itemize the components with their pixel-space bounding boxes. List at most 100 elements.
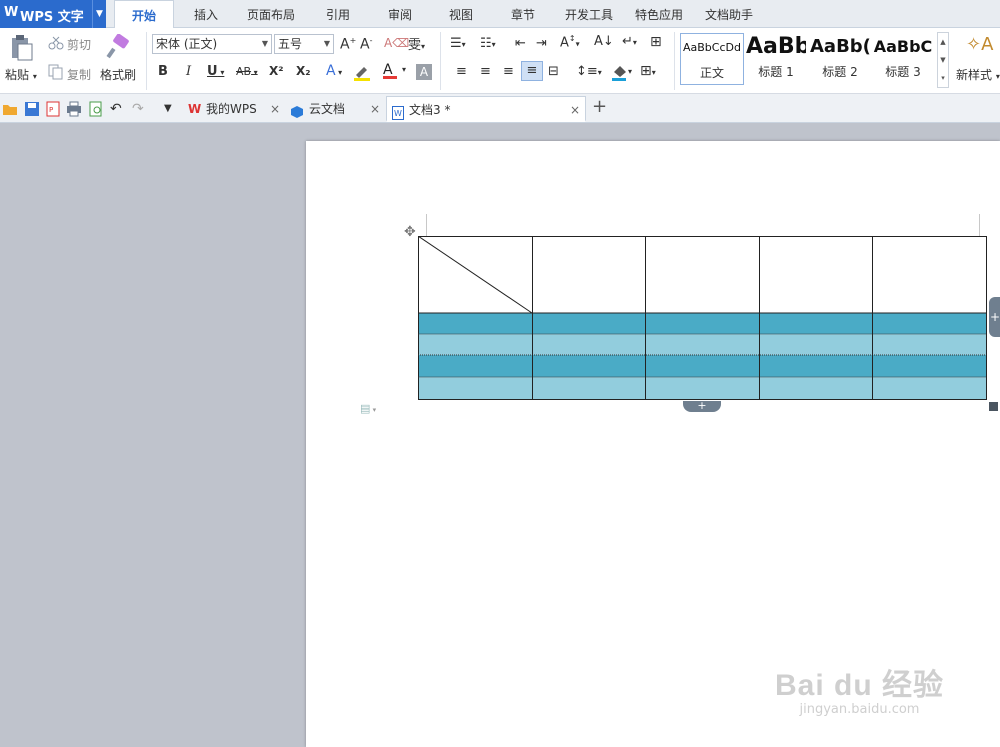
open-folder-icon[interactable] — [2, 101, 18, 117]
font-family-value: 宋体 (正文) — [156, 37, 218, 51]
close-icon[interactable]: × — [570, 97, 580, 123]
new-tab-plus-icon[interactable]: + — [592, 98, 608, 116]
svg-text:P: P — [49, 106, 53, 114]
format-painter-icon[interactable] — [106, 33, 130, 63]
clear-format-icon[interactable]: A⌫ — [384, 36, 409, 50]
table-move-handle-icon[interactable]: ✥ — [404, 224, 416, 240]
style-heading-2[interactable]: AaBb( 标题 2 — [810, 33, 870, 85]
align-right-icon[interactable]: ≡ — [503, 64, 514, 79]
style-sample: AaBb — [746, 34, 806, 59]
print-preview-icon[interactable] — [88, 101, 104, 117]
subscript-button[interactable]: X₂ — [296, 64, 311, 78]
bold-button[interactable]: B — [158, 64, 168, 79]
show-marks-icon[interactable]: ↵▾ — [622, 34, 637, 49]
line-spacing-icon[interactable]: ↕≡▾ — [576, 64, 602, 79]
copy-button[interactable]: 复制 — [67, 66, 91, 83]
grow-font-icon[interactable]: A+ — [340, 36, 356, 53]
increase-indent-icon[interactable]: ⇥ — [536, 36, 547, 51]
cut-button[interactable]: 剪切 — [67, 36, 91, 53]
close-icon[interactable]: × — [370, 96, 380, 122]
style-heading-3[interactable]: AaBbC 标题 3 — [872, 33, 934, 85]
superscript-button[interactable]: X² — [269, 64, 284, 78]
borders-icon[interactable]: ⊞▾ — [640, 63, 656, 79]
strikethrough-button[interactable]: AB ▾ — [236, 65, 258, 78]
align-justify-icon[interactable]: ≡ — [521, 61, 543, 81]
chevron-down-icon[interactable]: ▼ — [164, 101, 180, 117]
table[interactable] — [418, 236, 988, 402]
table-row[interactable] — [418, 334, 986, 355]
tab-page-layout[interactable]: 页面布局 — [240, 0, 302, 28]
decrease-indent-icon[interactable]: ⇤ — [515, 36, 526, 51]
doc-tab-document3[interactable]: W 文档3 * × — [386, 96, 586, 122]
paste-button[interactable]: 粘贴 ▾ — [5, 66, 37, 83]
font-color-icon[interactable]: A — [383, 62, 397, 79]
numbered-list-icon[interactable]: ☷▾ — [480, 36, 496, 51]
save-icon[interactable] — [24, 101, 40, 117]
shrink-font-icon[interactable]: A- — [360, 36, 372, 53]
align-center-icon[interactable]: ≡ — [480, 64, 491, 79]
table-row[interactable] — [418, 377, 986, 399]
document-page[interactable]: ✥ + + ▤ ▾ Bai du 经验 jingyan.baidu.com — [306, 141, 1000, 747]
style-sample: AaBbC — [873, 37, 933, 56]
shading-fill-icon[interactable]: ▾ — [610, 63, 636, 84]
sort-icon[interactable]: A↓ — [594, 34, 614, 49]
watermark-main: Bai du 经验 — [774, 669, 944, 702]
format-painter-button[interactable]: 格式刷 — [100, 66, 136, 83]
styles-scroll[interactable]: ▲ ▼ ▾ — [937, 32, 949, 88]
close-icon[interactable]: × — [270, 96, 280, 122]
new-style-button[interactable]: 新样式 ▾ — [956, 66, 1000, 83]
doc-tab-cloud[interactable]: 云文档 × — [288, 96, 384, 122]
tab-references[interactable]: 引用 — [315, 0, 361, 28]
tab-special[interactable]: 特色应用 — [628, 0, 690, 28]
scissors-icon[interactable] — [48, 36, 64, 53]
svg-text:W: W — [394, 109, 402, 118]
print-icon[interactable] — [66, 101, 82, 117]
paragraph-options-icon[interactable]: ▤ ▾ — [360, 402, 376, 415]
style-normal[interactable]: AaBbCcDd 正文 — [680, 33, 744, 85]
font-family-select[interactable]: 宋体 (正文) ▼ — [152, 34, 272, 54]
doc-tab-my-wps[interactable]: W 我的WPS × — [184, 96, 284, 122]
menu-bar: W WPS 文字 ▼ 开始 插入 页面布局 引用 审阅 视图 章节 开发工具 特… — [0, 0, 1000, 29]
margin-mark — [979, 214, 980, 236]
add-column-button[interactable]: + — [989, 297, 1000, 337]
tab-developer[interactable]: 开发工具 — [558, 0, 620, 28]
tab-view[interactable]: 视图 — [438, 0, 484, 28]
tab-section[interactable]: 章节 — [500, 0, 546, 28]
chinese-layout-icon[interactable]: A↕▾ — [560, 34, 580, 50]
copy-icon[interactable] — [48, 64, 64, 83]
wps-logo-icon: W — [188, 102, 202, 116]
table-grid-icon[interactable]: ⊞ — [650, 34, 662, 50]
phonetic-icon[interactable]: 雯▾ — [408, 34, 425, 53]
bullet-list-icon[interactable]: ☰▾ — [450, 36, 466, 51]
underline-button[interactable]: U ▾ — [207, 64, 224, 79]
doc-tab-label: 文档3 * — [409, 103, 451, 117]
redo-icon[interactable]: ↷ — [132, 101, 148, 117]
char-shading-icon[interactable]: A — [416, 64, 432, 80]
app-menu-button[interactable]: W WPS 文字 ▼ — [0, 0, 106, 28]
new-style-icon[interactable]: ✧A — [966, 34, 993, 55]
highlight-icon[interactable] — [352, 63, 374, 84]
tab-review[interactable]: 审阅 — [377, 0, 423, 28]
paste-label: 粘贴 — [5, 68, 30, 82]
tab-home[interactable]: 开始 — [114, 0, 174, 29]
tab-insert[interactable]: 插入 — [183, 0, 229, 28]
distributed-align-icon[interactable]: ⊟ — [548, 64, 559, 79]
tab-doc-assistant[interactable]: 文档助手 — [698, 0, 760, 28]
chevron-down-icon[interactable]: ▼ — [92, 0, 106, 28]
margin-mark — [426, 214, 427, 236]
style-sample: AaBbCcDd — [683, 41, 741, 54]
table-row[interactable] — [418, 355, 986, 377]
align-left-icon[interactable]: ≡ — [456, 64, 467, 79]
style-heading-1[interactable]: AaBb 标题 1 — [746, 33, 806, 85]
paste-icon[interactable] — [8, 34, 34, 62]
document-icon: W — [392, 103, 404, 129]
italic-button[interactable]: I — [186, 64, 191, 79]
add-row-button[interactable]: + — [683, 400, 721, 412]
undo-icon[interactable]: ↶ — [110, 101, 126, 117]
chevron-down-icon[interactable]: ▾ — [402, 65, 406, 74]
export-pdf-icon[interactable]: P — [45, 101, 61, 117]
font-size-select[interactable]: 五号 ▼ — [274, 34, 334, 54]
text-effect-icon[interactable]: A ▾ — [326, 63, 342, 79]
table-row[interactable] — [418, 313, 986, 334]
table-resize-handle-icon[interactable] — [989, 402, 998, 411]
